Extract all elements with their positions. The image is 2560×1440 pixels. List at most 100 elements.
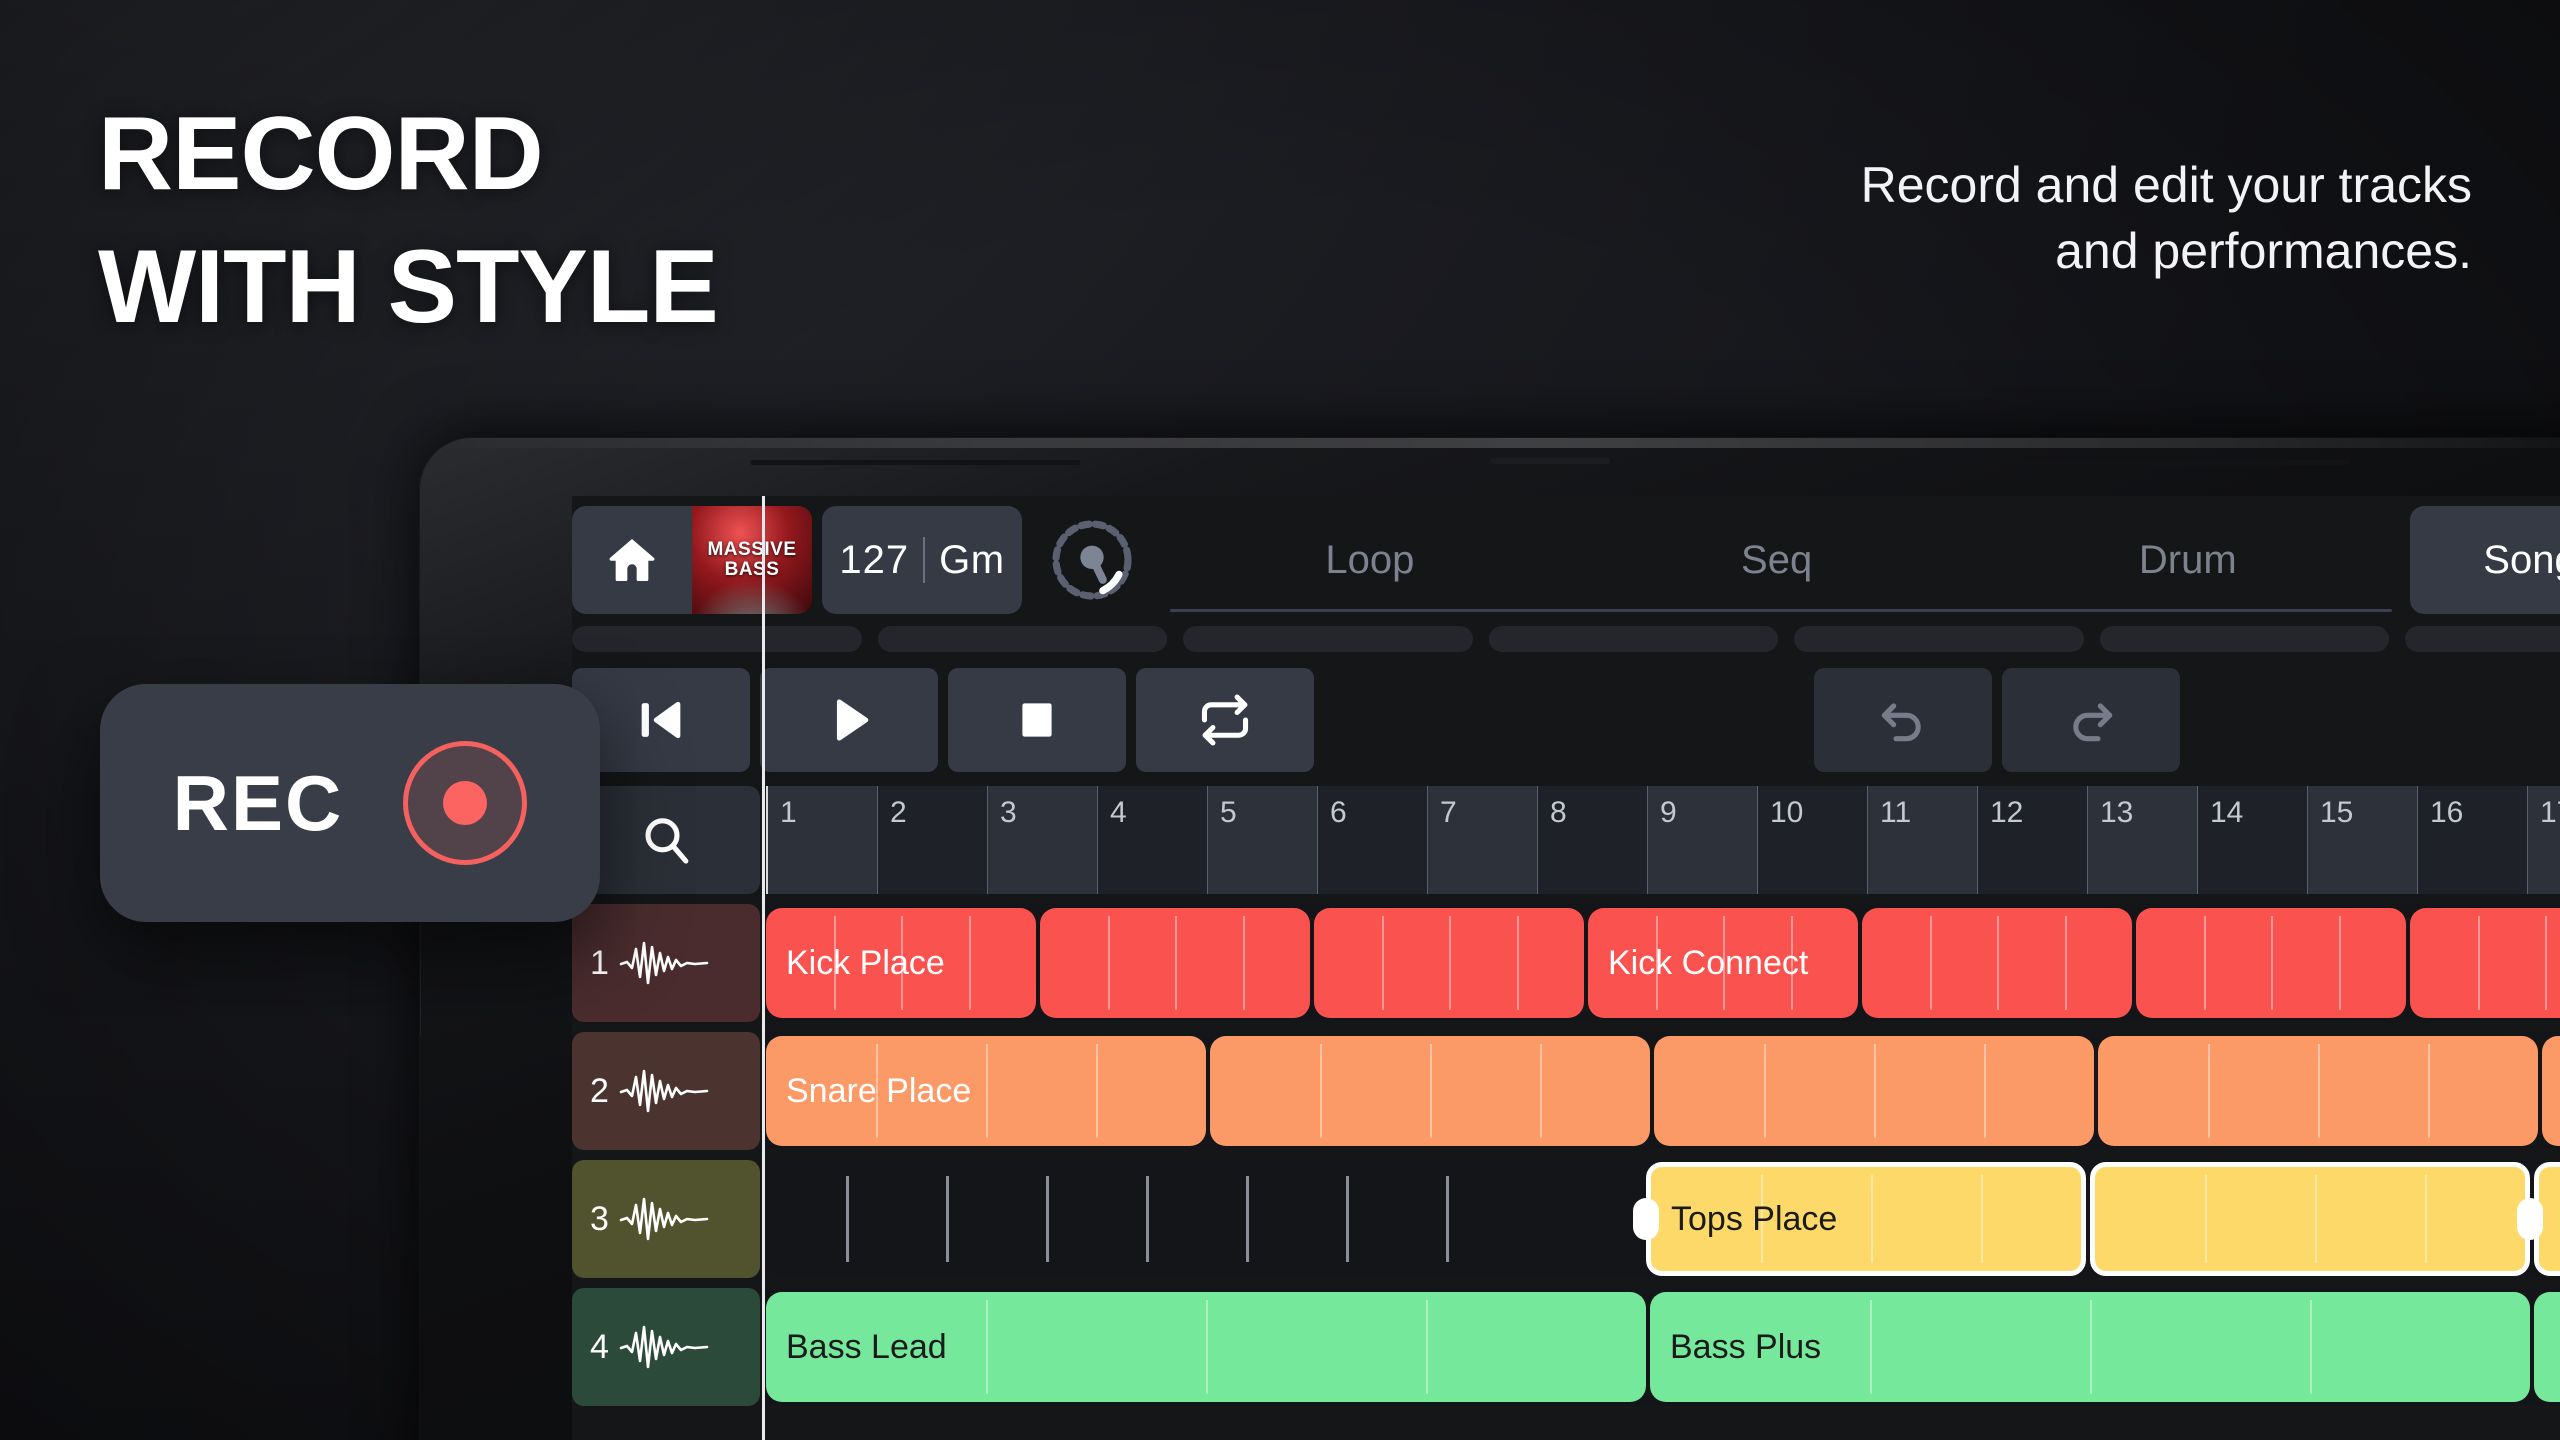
waveform-icon [619,1065,715,1117]
tempo-key-display[interactable]: 127 Gm [822,506,1022,614]
redo-icon [2063,692,2119,748]
ruler-bar-cell[interactable]: 9 [1648,786,1758,894]
clip-grid-tick [1930,916,1932,1010]
ruler-bar-cell[interactable]: 11 [1868,786,1978,894]
timeline-clip[interactable] [1040,908,1310,1018]
timeline-clip[interactable] [2410,908,2560,1018]
chip-slot[interactable] [877,626,1167,652]
track-header[interactable]: 2 [572,1032,760,1150]
artwork-title-line-2: BASS [724,559,780,580]
ruler-bar-number: 9 [1660,796,1677,829]
track-number: 2 [590,1071,609,1110]
clip-grid-tick [1382,916,1384,1010]
ruler-bar-cell[interactable]: 17 [2528,786,2560,894]
clip-grid-tick [1243,916,1245,1010]
chip-slot[interactable] [1794,626,2084,652]
timeline-clip[interactable] [1654,1036,2094,1146]
track-header[interactable]: 1 [572,904,760,1022]
chip-slot[interactable] [1488,626,1778,652]
tab-loop[interactable]: Loop [1295,538,1444,583]
home-and-project-group[interactable]: MASSIVE BASS [572,506,812,614]
ruler-bar-cell[interactable]: 2 [878,786,988,894]
track-lane[interactable]: Bass Lead Bass Plus [766,1288,2560,1406]
stop-button[interactable] [948,668,1126,772]
lane-grid-tick [1046,1176,1049,1262]
ruler-bar-cell[interactable]: 10 [1758,786,1868,894]
clip-grid-tick [2204,916,2206,1010]
timeline-clip[interactable]: Snare Place [766,1036,1206,1146]
search-icon [638,812,694,868]
ruler-bar-cell[interactable]: 3 [988,786,1098,894]
ruler-bar-cell[interactable]: 7 [1428,786,1538,894]
transport-spacer-2 [2190,668,2560,772]
clip-resize-handle-left[interactable] [1633,1198,1659,1240]
track-lane[interactable]: Snare Place S [766,1032,2560,1150]
clip-grid-tick [1449,916,1451,1010]
track-number: 3 [590,1199,609,1238]
ruler-bar-cell[interactable]: 8 [1538,786,1648,894]
timeline-clip[interactable]: Bass Lead [766,1292,1646,1402]
timeline-clip[interactable] [1210,1036,1650,1146]
tab-seq[interactable]: Seq [1711,538,1842,583]
clip-grid-tick [1997,916,1999,1010]
rec-badge-ring-icon [403,741,528,865]
timeline-clip[interactable]: Kick Connect [1588,908,1858,1018]
artwork-title-line-1: MASSIVE [707,539,797,561]
ruler-bar-cell[interactable]: 12 [1978,786,2088,894]
track-header[interactable]: 4 [572,1288,760,1406]
track-lane[interactable]: Kick Place Kick Connect [766,904,2560,1022]
ruler-bar-number: 5 [1220,796,1237,829]
track-lane[interactable]: Tops Place [766,1160,2560,1278]
ruler-bar-cell[interactable]: 6 [1318,786,1428,894]
timeline-clip[interactable] [1314,908,1584,1018]
ruler-bar-cell[interactable]: 14 [2198,786,2308,894]
waveform-icon [619,1321,715,1373]
timeline-clip[interactable] [2136,908,2406,1018]
timeline-clip[interactable]: S [2542,1036,2560,1146]
clip-resize-handle-right[interactable] [2517,1198,2543,1240]
ruler-bar-cell[interactable]: 16 [2418,786,2528,894]
ruler-bar-cell[interactable]: 13 [2088,786,2198,894]
rec-feature-badge[interactable]: REC [100,684,600,922]
clip-grid-tick [2478,916,2480,1010]
track-header[interactable]: 3 [572,1160,760,1278]
chip-slot[interactable] [572,626,862,652]
waveform-icon [619,937,715,989]
timeline-clip[interactable] [1862,908,2132,1018]
project-artwork[interactable]: MASSIVE BASS [692,506,812,614]
ruler-bar-cell[interactable]: 4 [1098,786,1208,894]
undo-button[interactable] [1814,668,1992,772]
subtitle-line-1: Record and edit your tracks [1860,157,2472,213]
loop-button[interactable] [1136,668,1314,772]
home-icon [604,532,660,588]
chip-slot[interactable] [1183,626,1473,652]
timeline-clip[interactable] [2098,1036,2538,1146]
track-row: 4 Bass Lead Bass Plus [572,1288,2560,1406]
home-button[interactable] [572,506,692,614]
clip-grid-tick [2545,916,2547,1010]
ruler-bar-cell[interactable]: 15 [2308,786,2418,894]
master-knob[interactable] [1032,506,1152,614]
timeline-clip[interactable] [2090,1162,2530,1276]
timeline-clip[interactable]: Kick Place [766,908,1036,1018]
timeline-clip[interactable]: Bass Plus [1650,1292,2530,1402]
ruler-bar-cell[interactable]: 5 [1208,786,1318,894]
ruler-bar-number: 10 [1770,796,1804,829]
search-button[interactable] [572,786,760,894]
secondary-chip-row [572,626,2560,652]
clip-grid-tick [1426,1300,1428,1394]
timeline-clip[interactable] [2534,1292,2560,1402]
timeline-ruler[interactable]: 1234567891011121314151617 [766,786,2560,894]
tab-song[interactable]: Song [2410,506,2560,614]
timeline-ruler-row: 1234567891011121314151617 [572,786,2560,894]
chip-slot[interactable] [2099,626,2389,652]
ruler-bar-cell[interactable]: 1 [768,786,878,894]
play-button[interactable] [760,668,938,772]
chip-slot[interactable] [2405,626,2560,652]
timeline-clip[interactable]: Tops Place [1646,1162,2086,1276]
tab-drum[interactable]: Drum [2109,538,2267,583]
redo-button[interactable] [2002,668,2180,772]
clip-grid-tick [1981,1175,1983,1263]
ruler-bar-number: 17 [2540,796,2560,829]
transport-spacer [1324,668,1804,772]
